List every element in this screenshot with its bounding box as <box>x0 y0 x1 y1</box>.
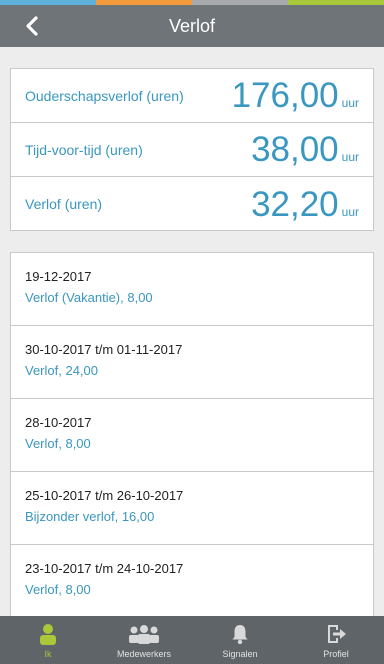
balance-value: 38,00 <box>251 130 339 169</box>
list-item[interactable]: 19-12-2017 Verlof (Vakantie), 8,00 <box>11 253 373 326</box>
bell-icon <box>231 622 249 646</box>
list-item[interactable]: 30-10-2017 t/m 01-11-2017 Verlof, 24,00 <box>11 326 373 399</box>
leave-type: Verlof (Vakantie), 8,00 <box>25 290 153 305</box>
tab-signalen[interactable]: Signalen <box>192 616 288 664</box>
logout-icon <box>326 622 346 646</box>
leave-date: 28-10-2017 <box>25 415 92 430</box>
balance-value-group: 32,20 uur <box>251 187 359 222</box>
leave-history-list: 19-12-2017 Verlof (Vakantie), 8,00 30-10… <box>10 252 374 616</box>
balance-row-ouderschapsverlof: Ouderschapsverlof (uren) 176,00 uur <box>11 69 373 123</box>
tab-label: Signalen <box>222 649 258 659</box>
list-item[interactable]: 28-10-2017 Verlof, 8,00 <box>11 399 373 472</box>
tab-ik[interactable]: Ik <box>0 616 96 664</box>
leave-date: 30-10-2017 t/m 01-11-2017 <box>25 342 183 357</box>
leave-type: Verlof, 8,00 <box>25 582 91 597</box>
leave-date: 23-10-2017 t/m 24-10-2017 <box>25 561 184 576</box>
balance-label: Verlof (uren) <box>25 196 103 212</box>
balance-label: Ouderschapsverlof (uren) <box>25 87 184 104</box>
leave-type: Bijzonder verlof, 16,00 <box>25 509 155 524</box>
tab-label: Medewerkers <box>116 649 172 659</box>
balance-row-tijd-voor-tijd: Tijd-voor-tijd (uren) 38,00 uur <box>11 123 373 177</box>
tab-label: Ik <box>44 649 52 659</box>
leave-type: Verlof, 24,00 <box>25 363 98 378</box>
balance-row-verlof: Verlof (uren) 32,20 uur <box>11 177 373 231</box>
back-button[interactable] <box>18 12 46 40</box>
tab-label: Profiel <box>323 649 349 659</box>
balance-value: 176,00 <box>231 76 339 115</box>
page-title: Verlof <box>168 15 216 36</box>
tab-medewerkers[interactable]: Medewerkers <box>96 616 192 664</box>
person-icon <box>39 622 57 646</box>
chevron-left-icon <box>26 16 38 36</box>
balance-label: Tijd-voor-tijd (uren) <box>25 141 143 158</box>
bottom-tab-bar: Ik Medewerkers Signalen Profiel <box>0 616 384 664</box>
app-header: Verlof <box>0 5 384 47</box>
balance-unit: uur <box>341 150 359 164</box>
balance-value-group: 38,00 uur <box>251 132 359 167</box>
balance-value: 32,20 <box>251 184 339 224</box>
leave-date: 25-10-2017 t/m 26-10-2017 <box>25 488 184 503</box>
group-icon <box>128 622 160 646</box>
list-item[interactable]: 23-10-2017 t/m 24-10-2017 Verlof, 8,00 <box>11 545 373 616</box>
balance-value-group: 176,00 uur <box>232 78 359 113</box>
leave-type: Verlof, 8,00 <box>25 436 91 451</box>
leave-date: 19-12-2017 <box>25 269 92 284</box>
leave-balances-card: Ouderschapsverlof (uren) 176,00 uur Tijd… <box>10 68 374 231</box>
balance-unit: uur <box>341 204 359 219</box>
balance-unit: uur <box>341 96 359 110</box>
list-item[interactable]: 25-10-2017 t/m 26-10-2017 Bijzonder verl… <box>11 472 373 545</box>
tab-profiel[interactable]: Profiel <box>288 616 384 664</box>
